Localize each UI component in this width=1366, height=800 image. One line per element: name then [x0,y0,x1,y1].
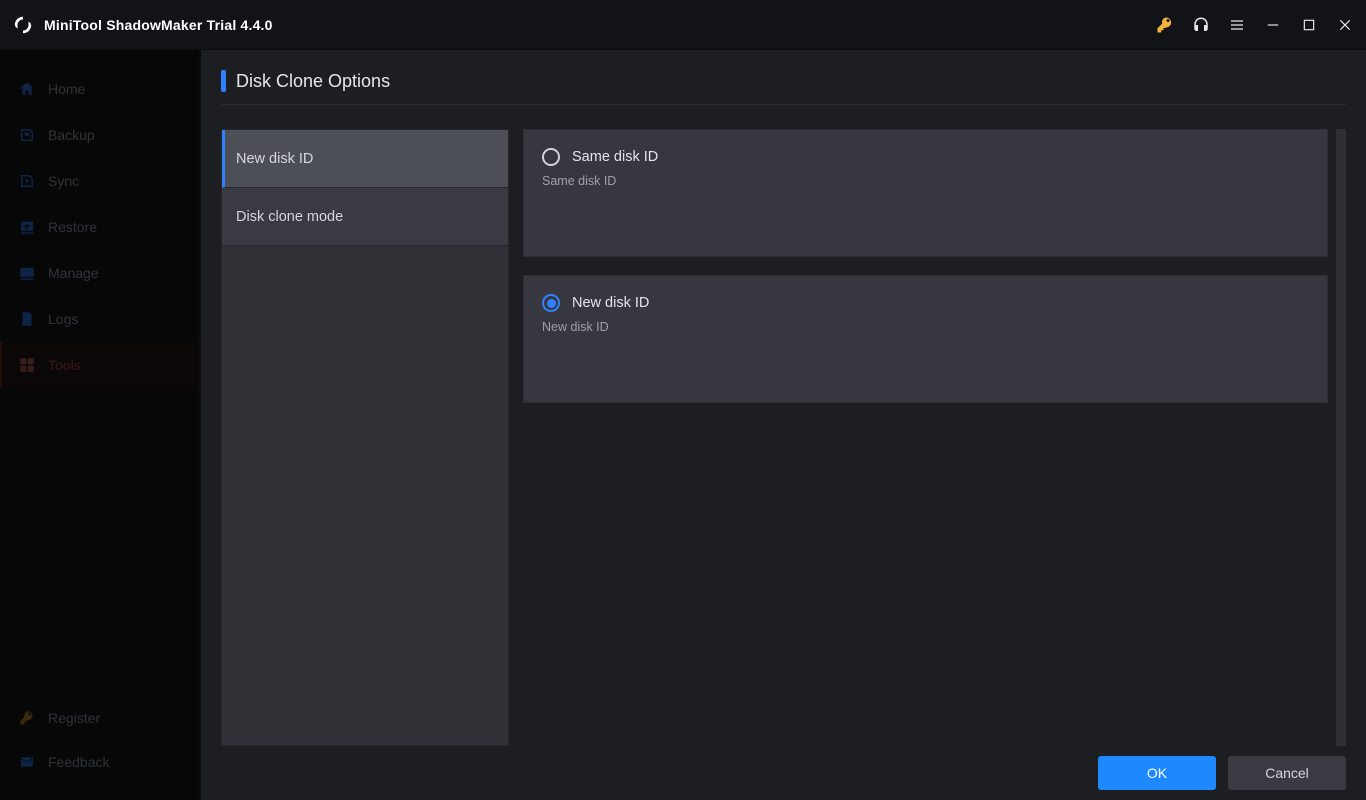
settings-body: Same disk ID Same disk ID New disk ID Ne… [523,129,1346,746]
page-title-row: Disk Clone Options [221,70,1346,105]
radio-same-disk-id[interactable]: Same disk ID [542,148,1309,166]
sidebar-nav: Home Backup Sync Restore Manage [0,50,199,388]
footer: OK Cancel [201,746,1366,800]
radio-label: Same disk ID [572,149,658,165]
page: Disk Clone Options New disk ID Disk clon… [201,50,1366,746]
mail-icon [18,753,36,771]
restore-icon [18,218,36,236]
backup-icon [18,126,36,144]
sidebar-item-tools[interactable]: Tools [0,342,199,388]
sidebar-item-label: Manage [48,265,99,281]
sidebar-item-label: Feedback [48,754,109,770]
ok-button[interactable]: OK [1098,756,1216,790]
title-accent [221,70,226,92]
title-left: MiniTool ShadowMaker Trial 4.4.0 [12,14,273,36]
radio-indicator [542,294,560,312]
key-icon [18,709,36,727]
sidebar-item-label: Backup [48,127,95,143]
sidebar: Home Backup Sync Restore Manage [0,50,200,800]
sidebar-item-feedback[interactable]: Feedback [0,740,199,784]
sidebar-item-register[interactable]: Register [0,696,199,740]
manage-icon [18,264,36,282]
maximize-icon[interactable] [1300,16,1318,34]
titlebar: MiniTool ShadowMaker Trial 4.4.0 [0,0,1366,50]
key-icon[interactable] [1156,16,1174,34]
radio-label: New disk ID [572,295,649,311]
sidebar-item-label: Tools [48,357,81,373]
menu-icon[interactable] [1228,16,1246,34]
close-icon[interactable] [1336,16,1354,34]
options-column-fill [222,246,508,745]
option-tab-new-disk-id[interactable]: New disk ID [222,130,508,188]
sidebar-item-label: Home [48,81,85,97]
sidebar-item-logs[interactable]: Logs [0,296,199,342]
sidebar-item-label: Sync [48,173,79,189]
settings-panel: Same disk ID Same disk ID New disk ID Ne… [523,129,1346,746]
button-label: Cancel [1265,765,1309,781]
minimize-icon[interactable] [1264,16,1282,34]
sidebar-item-label: Restore [48,219,97,235]
option-tab-label: Disk clone mode [236,209,343,225]
app-body: Home Backup Sync Restore Manage [0,50,1366,800]
cancel-button[interactable]: Cancel [1228,756,1346,790]
options-column: New disk ID Disk clone mode [221,129,509,746]
logs-icon [18,310,36,328]
main: Disk Clone Options New disk ID Disk clon… [200,50,1366,800]
sidebar-item-label: Logs [48,311,78,327]
sidebar-item-home[interactable]: Home [0,66,199,112]
scrollbar[interactable] [1336,129,1346,746]
title-right [1156,16,1354,34]
option-card-new-disk-id[interactable]: New disk ID New disk ID [523,275,1328,403]
sync-icon [18,172,36,190]
app-logo-icon [12,14,34,36]
sidebar-item-label: Register [48,710,100,726]
radio-desc: New disk ID [542,320,1309,334]
sidebar-item-backup[interactable]: Backup [0,112,199,158]
sidebar-item-manage[interactable]: Manage [0,250,199,296]
radio-desc: Same disk ID [542,174,1309,188]
option-tab-disk-clone-mode[interactable]: Disk clone mode [222,188,508,246]
sidebar-item-sync[interactable]: Sync [0,158,199,204]
sidebar-bottom: Register Feedback [0,696,199,800]
headset-icon[interactable] [1192,16,1210,34]
page-title: Disk Clone Options [236,71,390,92]
home-icon [18,80,36,98]
radio-indicator [542,148,560,166]
app-title: MiniTool ShadowMaker Trial 4.4.0 [44,17,273,33]
option-tab-label: New disk ID [236,151,313,167]
option-card-same-disk-id[interactable]: Same disk ID Same disk ID [523,129,1328,257]
radio-new-disk-id[interactable]: New disk ID [542,294,1309,312]
sidebar-item-restore[interactable]: Restore [0,204,199,250]
button-label: OK [1147,765,1167,781]
tools-icon [18,356,36,374]
content: New disk ID Disk clone mode Same disk ID [221,129,1346,746]
